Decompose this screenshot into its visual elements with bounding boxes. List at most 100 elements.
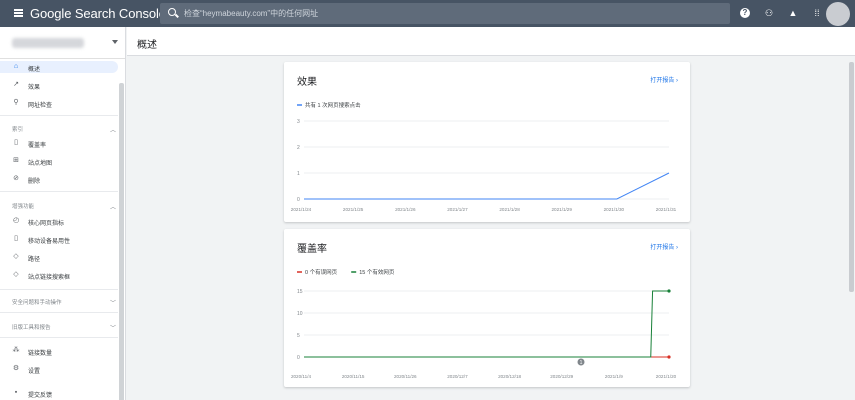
sidebar-item-label: 移动设备易用性: [28, 239, 71, 245]
sidebar-item-coverage[interactable]: ▯ 覆盖率: [0, 137, 118, 149]
phone-icon: ▯: [14, 235, 18, 242]
layers-icon: ◇: [13, 271, 19, 278]
main-scrollbar[interactable]: [849, 62, 854, 292]
y-tick-label: 2: [297, 145, 300, 151]
user-settings-icon[interactable]: ⚇: [764, 8, 774, 18]
trending-up-icon: ↗: [13, 81, 19, 88]
top-app-bar: Google Search Console 检查“heymabeauty.com…: [0, 0, 855, 27]
layers-icon: ◇: [13, 253, 19, 260]
x-tick-label: 2020/12/18: [498, 374, 521, 379]
x-tick-label: 2020/11/4: [291, 374, 312, 379]
series-line: [304, 172, 670, 200]
divider: [0, 191, 118, 192]
sidebar-item-mobile-usability[interactable]: ▯ 移动设备易用性: [0, 233, 118, 245]
series-line: [304, 290, 669, 358]
sidebar-item-url-inspection[interactable]: ⚲ 网址检查: [0, 97, 118, 109]
help-icon[interactable]: ?: [740, 8, 750, 18]
sidebar-item-sitemaps[interactable]: ⊞ 站点地图: [0, 155, 118, 167]
sidebar-item-core-web-vitals[interactable]: ◴ 核心网页指标: [0, 215, 118, 227]
property-name-redacted: [12, 38, 84, 48]
page-title: 概述: [137, 40, 157, 51]
sidebar-item-sitelinks-searchbox[interactable]: ◇ 站点链接搜索框: [0, 269, 118, 281]
x-tick-label: 2021/1/30: [604, 207, 625, 212]
page-header: 概述: [127, 27, 855, 56]
section-header-security[interactable]: 安全问题和手动操作 ﹀: [12, 298, 116, 307]
performance-card: 效果 打开报告 › 共有 1 次网页搜索点击 3 2 1 0 2021/1/24 2021/…: [284, 62, 690, 222]
section-header-enhancements[interactable]: 增强功能 ︿: [12, 202, 116, 211]
section-header-index[interactable]: 索引 ︿: [12, 125, 116, 134]
legend-label: 15 个有效网页: [359, 268, 395, 276]
feedback-icon: ▪: [14, 389, 18, 396]
chevron-up-icon: ︿: [109, 128, 116, 134]
sidebar-item-settings[interactable]: ⚙ 设置: [0, 363, 118, 375]
apps-grid-icon[interactable]: ⁞⁞: [812, 8, 822, 18]
y-tick-label: 0: [297, 197, 300, 203]
sidebar-item-links[interactable]: ⁂ 链接数量: [0, 345, 118, 357]
y-tick-label: 10: [297, 311, 303, 317]
x-tick-label: 2021/1/20: [656, 374, 677, 379]
series-end-point: [667, 355, 671, 359]
file-icon: ▯: [14, 139, 18, 146]
y-tick-label: 1: [297, 171, 300, 177]
chevron-down-icon: [112, 40, 118, 44]
sidebar-item-label: 覆盖率: [28, 143, 47, 149]
property-selector[interactable]: [0, 27, 125, 59]
x-tick-label: 2021/1/28: [499, 207, 520, 212]
x-tick-label: 2021/1/26: [395, 207, 416, 212]
sidebar-item-label: 路径: [28, 257, 41, 263]
x-tick-label: 2021/1/24: [291, 207, 312, 212]
x-tick-label: 2020/11/15: [342, 374, 365, 379]
sidebar-item-feedback[interactable]: ▪ 提交反馈: [0, 387, 118, 399]
legend-label: 0 个有误网页: [305, 268, 338, 276]
section-label: 增强功能: [12, 204, 35, 210]
search-icon: [168, 8, 176, 16]
home-icon: ⌂: [13, 63, 19, 70]
sitemap-icon: ⊞: [13, 157, 19, 164]
x-tick-label: 2021/1/29: [551, 207, 572, 212]
y-tick-label: 3: [297, 119, 300, 125]
y-tick-label: 5: [297, 333, 300, 339]
annotation-label: 1: [580, 360, 583, 366]
y-tick-label: 0: [297, 355, 300, 361]
sidebar-item-label: 网址检查: [28, 103, 53, 109]
section-label: 安全问题和手动操作: [12, 300, 62, 306]
sidebar: ⌂ 概述 ↗ 效果 ⚲ 网址检查 索引 ︿ ▯ 覆盖率 ⊞ 站点地图 ⊘ 删除 …: [0, 27, 126, 400]
section-label: 索引: [12, 127, 24, 133]
x-tick-label: 2020/11/26: [394, 374, 417, 379]
bell-icon[interactable]: ▲: [788, 8, 798, 18]
performance-chart: 共有 1 次网页搜索点击 3 2 1 0 2021/1/24 2021/1/25 2021/1…: [291, 101, 677, 212]
section-label: 旧版工具和报告: [12, 325, 51, 331]
x-tick-label: 2020/12/29: [550, 374, 573, 379]
x-tick-label: 2021/1/9: [605, 374, 623, 379]
sidebar-item-removals[interactable]: ⊘ 删除: [0, 173, 118, 185]
sidebar-item-label: 站点链接搜索框: [28, 275, 71, 281]
x-tick-label: 2020/12/7: [447, 374, 468, 379]
sidebar-item-label: 设置: [28, 369, 41, 375]
gear-icon: ⚙: [12, 365, 20, 372]
url-inspection-search[interactable]: 检查“heymabeauty.com”中的任何网址: [160, 3, 730, 24]
sidebar-item-label: 效果: [28, 85, 41, 91]
sidebar-item-breadcrumbs[interactable]: ◇ 路径: [0, 251, 118, 263]
menu-icon[interactable]: [14, 9, 23, 17]
sidebar-scrollbar[interactable]: [119, 83, 124, 400]
chevron-down-icon: ﹀: [109, 326, 116, 332]
sidebar-item-performance[interactable]: ↗ 效果: [0, 79, 118, 91]
search-icon: ⚲: [13, 99, 19, 106]
x-tick-label: 2021/1/25: [343, 207, 364, 212]
avatar[interactable]: [826, 2, 850, 26]
x-tick-label: 2021/1/27: [447, 207, 468, 212]
divider: [0, 312, 118, 313]
legend-label: 共有 1 次网页搜索点击: [305, 101, 361, 109]
x-tick-label: 2021/1/31: [656, 207, 677, 212]
sidebar-item-label: 链接数量: [28, 351, 53, 357]
sidebar-item-overview[interactable]: ⌂ 概述: [0, 61, 118, 73]
coverage-card: 覆盖率 打开报告 › 0 个有误网页 15 个有效网页 15 10 5 0 2020/11/…: [284, 229, 690, 387]
sidebar-item-label: 删除: [28, 179, 41, 185]
y-tick-label: 15: [297, 289, 303, 295]
series-end-point: [667, 289, 671, 293]
links-icon: ⁂: [12, 347, 20, 354]
sidebar-item-label: 核心网页指标: [28, 221, 65, 227]
product-logo[interactable]: Google Search Console: [30, 6, 166, 21]
section-header-legacy[interactable]: 旧版工具和报告 ﹀: [12, 323, 116, 332]
chevron-down-icon: ﹀: [109, 301, 116, 307]
